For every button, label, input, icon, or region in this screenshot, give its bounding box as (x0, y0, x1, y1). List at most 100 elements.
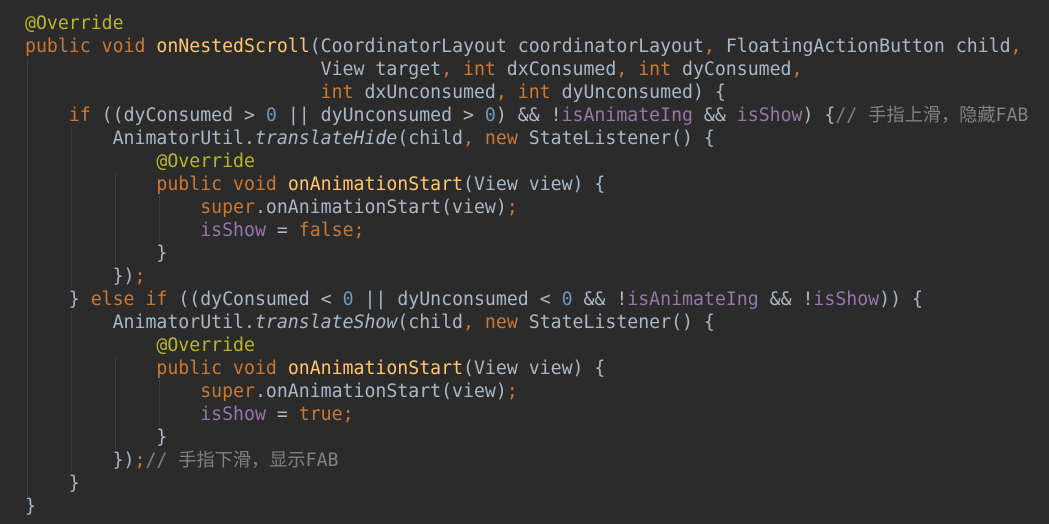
code-token: public void (156, 358, 288, 379)
code-token: } (25, 243, 168, 264)
indent-guide (159, 196, 160, 242)
code-token: (View view) { (463, 174, 606, 195)
code-token: ; (134, 450, 146, 471)
code-token: onAnimationStart (287, 358, 464, 379)
indent-guide (115, 173, 116, 265)
code-token: (child (397, 312, 464, 333)
code-line[interactable]: }); (25, 265, 1028, 288)
code-token: if (68, 105, 102, 126)
code-token: translateShow (254, 312, 398, 333)
code-token: }) (25, 450, 135, 471)
code-token: AnimatorUtil. (25, 312, 255, 333)
code-token: onNestedScroll (156, 36, 310, 57)
code-token: , (791, 59, 803, 80)
indent-guide (115, 357, 116, 449)
code-token: .onAnimationStart(view) (254, 197, 507, 218)
code-token: isShow (736, 105, 803, 126)
code-token: @Override (25, 13, 124, 34)
code-token: (View view) { (463, 358, 606, 379)
code-token: isAnimateIng (561, 105, 693, 126)
code-token: } (25, 427, 168, 448)
code-line[interactable]: } (25, 495, 1028, 518)
code-line[interactable]: @Override (25, 150, 1028, 173)
code-token: , int (495, 82, 562, 103)
code-token: 0 (342, 289, 354, 310)
code-line[interactable]: super.onAnimationStart(view); (25, 196, 1028, 219)
code-token: super (200, 197, 255, 218)
code-token: ((dyConsumed < (178, 289, 343, 310)
code-token: isShow (200, 404, 266, 425)
code-token: dxConsumed (506, 59, 617, 80)
code-token: public void (156, 174, 288, 195)
code-token: ; (134, 266, 146, 287)
indent-guide (27, 58, 28, 498)
code-line[interactable]: });// 手指下滑，显示FAB (25, 449, 1028, 472)
code-token: } (25, 289, 91, 310)
code-token: 0 (265, 105, 277, 126)
code-token: , new (463, 312, 529, 333)
code-line[interactable]: public void onNestedScroll(CoordinatorLa… (25, 35, 1028, 58)
code-line[interactable]: super.onAnimationStart(view); (25, 380, 1028, 403)
code-line[interactable]: AnimatorUtil.translateShow(child, new St… (25, 311, 1028, 334)
code-token: = (265, 220, 299, 241)
code-line[interactable]: @Override (25, 12, 1028, 35)
code-token: // 手指上滑，隐藏FAB (835, 105, 1029, 126)
code-token: else if (90, 289, 179, 310)
code-token: @Override (156, 151, 255, 172)
indent-guide (71, 127, 72, 287)
code-line[interactable]: if ((dyConsumed > 0 || dyUnconsumed > 0)… (25, 104, 1029, 127)
code-token: } (25, 496, 36, 517)
code-token: @Override (156, 335, 255, 356)
code-token: (child (397, 128, 464, 149)
code-token: && (692, 105, 737, 126)
code-token: AnimatorUtil. (25, 128, 255, 149)
code-token: FloatingActionButton child (725, 36, 1011, 57)
code-token: ; (506, 381, 518, 402)
code-token: ) && ! (495, 105, 562, 126)
code-token: , new (463, 128, 529, 149)
code-token: , int (441, 59, 507, 80)
code-line[interactable]: public void onAnimationStart(View view) … (25, 357, 1028, 380)
code-token: false; (298, 220, 365, 241)
code-token: StateListener() { (528, 128, 715, 149)
code-line[interactable]: isShow = false; (25, 219, 1028, 242)
code-token: ) { (802, 105, 836, 126)
code-line[interactable]: int dxUnconsumed, int dyUnconsumed) { (25, 81, 1028, 104)
code-line[interactable]: } (25, 426, 1028, 449)
code-token: )) { (879, 289, 923, 310)
code-line[interactable]: public void onAnimationStart(View view) … (25, 173, 1028, 196)
code-line[interactable]: AnimatorUtil.translateHide(child, new St… (25, 127, 1028, 150)
code-token: isShow (813, 289, 880, 310)
code-token: dxUnconsumed (364, 82, 496, 103)
code-token: 0 (561, 289, 573, 310)
code-token: , int (616, 59, 682, 80)
code-token: .onAnimationStart(view) (254, 381, 507, 402)
code-token: && ! (758, 289, 814, 310)
code-line[interactable]: } else if ((dyConsumed < 0 || dyUnconsum… (25, 288, 1028, 311)
code-editor[interactable]: @Override public void onNestedScroll(Coor… (25, 12, 1028, 518)
code-token: isAnimateIng (627, 289, 759, 310)
code-token: }) (25, 266, 135, 287)
code-line[interactable]: } (25, 472, 1028, 495)
code-token: dyConsumed (682, 59, 792, 80)
code-token: translateHide (254, 128, 398, 149)
code-token: public void (25, 36, 157, 57)
code-line[interactable]: @Override (25, 334, 1028, 357)
code-token: dyUnconsumed) { (561, 82, 726, 103)
code-line[interactable]: } (25, 242, 1028, 265)
code-token: View target (25, 59, 442, 80)
code-token: onAnimationStart (287, 174, 464, 195)
code-token: ((dyConsumed > (101, 105, 266, 126)
code-token: || dyUnconsumed > (276, 105, 485, 126)
code-token: } (25, 473, 80, 494)
code-line[interactable]: isShow = true; (25, 403, 1028, 426)
code-line[interactable]: View target, int dxConsumed, int dyConsu… (25, 58, 1028, 81)
